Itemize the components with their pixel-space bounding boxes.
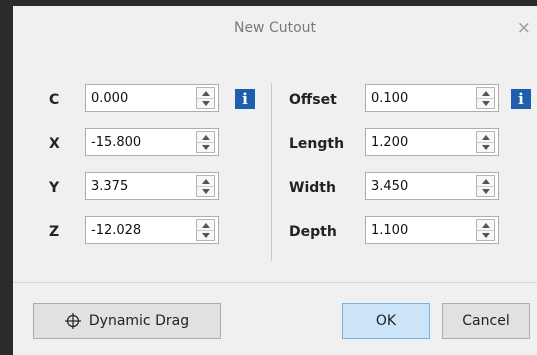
y-decrement-button[interactable] xyxy=(197,186,214,196)
arrow-up-icon xyxy=(481,178,490,184)
arrow-up-icon xyxy=(481,222,490,228)
z-input[interactable] xyxy=(86,217,186,243)
dynamic-drag-label: Dynamic Drag xyxy=(88,313,190,329)
new-cutout-dialog: New Cutout × C i X Y Z Off xyxy=(13,6,537,355)
label-y: Y xyxy=(49,180,60,196)
y-spin-buttons xyxy=(196,175,215,197)
width-spinbox xyxy=(365,172,499,200)
arrow-down-icon xyxy=(481,144,490,150)
title-bar: New Cutout × xyxy=(13,6,537,56)
x-decrement-button[interactable] xyxy=(197,142,214,152)
arrow-up-icon xyxy=(481,134,490,140)
arrow-up-icon xyxy=(201,134,210,140)
width-spin-buttons xyxy=(476,175,495,197)
offset-spin-buttons xyxy=(476,87,495,109)
label-length: Length xyxy=(289,136,345,152)
c-input[interactable] xyxy=(86,85,186,111)
arrow-up-icon xyxy=(201,90,210,96)
z-spinbox xyxy=(85,216,219,244)
x-input[interactable] xyxy=(86,129,186,155)
label-z: Z xyxy=(49,224,60,240)
label-c: C xyxy=(49,92,60,108)
crosshair-icon xyxy=(64,313,81,329)
ok-button[interactable]: OK xyxy=(342,303,430,339)
depth-decrement-button[interactable] xyxy=(477,230,494,240)
width-input[interactable] xyxy=(366,173,466,199)
width-decrement-button[interactable] xyxy=(477,186,494,196)
depth-spin-buttons xyxy=(476,219,495,241)
c-spin-buttons xyxy=(196,87,215,109)
label-x: X xyxy=(49,136,60,152)
arrow-up-icon xyxy=(481,90,490,96)
c-spinbox xyxy=(85,84,219,112)
length-spin-buttons xyxy=(476,131,495,153)
cancel-button[interactable]: Cancel xyxy=(442,303,530,339)
length-spinbox xyxy=(365,128,499,156)
arrow-down-icon xyxy=(201,100,210,106)
info-icon[interactable]: i xyxy=(511,89,531,109)
y-spinbox xyxy=(85,172,219,200)
offset-spinbox xyxy=(365,84,499,112)
z-decrement-button[interactable] xyxy=(197,230,214,240)
label-depth: Depth xyxy=(289,224,337,240)
label-offset: Offset xyxy=(289,92,337,108)
arrow-down-icon xyxy=(481,188,490,194)
offset-decrement-button[interactable] xyxy=(477,98,494,108)
x-spinbox xyxy=(85,128,219,156)
arrow-down-icon xyxy=(201,232,210,238)
c-decrement-button[interactable] xyxy=(197,98,214,108)
x-spin-buttons xyxy=(196,131,215,153)
length-decrement-button[interactable] xyxy=(477,142,494,152)
arrow-up-icon xyxy=(201,178,210,184)
dynamic-drag-button[interactable]: Dynamic Drag xyxy=(33,303,221,339)
length-input[interactable] xyxy=(366,129,466,155)
label-width: Width xyxy=(289,180,336,196)
arrow-down-icon xyxy=(481,100,490,106)
z-spin-buttons xyxy=(196,219,215,241)
column-divider xyxy=(271,83,272,261)
dialog-title: New Cutout xyxy=(233,20,317,36)
close-icon[interactable]: × xyxy=(517,18,531,38)
footer-divider xyxy=(13,282,537,283)
y-input[interactable] xyxy=(86,173,186,199)
depth-spinbox xyxy=(365,216,499,244)
info-icon[interactable]: i xyxy=(235,89,255,109)
arrow-down-icon xyxy=(201,188,210,194)
arrow-up-icon xyxy=(201,222,210,228)
offset-input[interactable] xyxy=(366,85,466,111)
arrow-down-icon xyxy=(481,232,490,238)
arrow-down-icon xyxy=(201,144,210,150)
depth-input[interactable] xyxy=(366,217,466,243)
